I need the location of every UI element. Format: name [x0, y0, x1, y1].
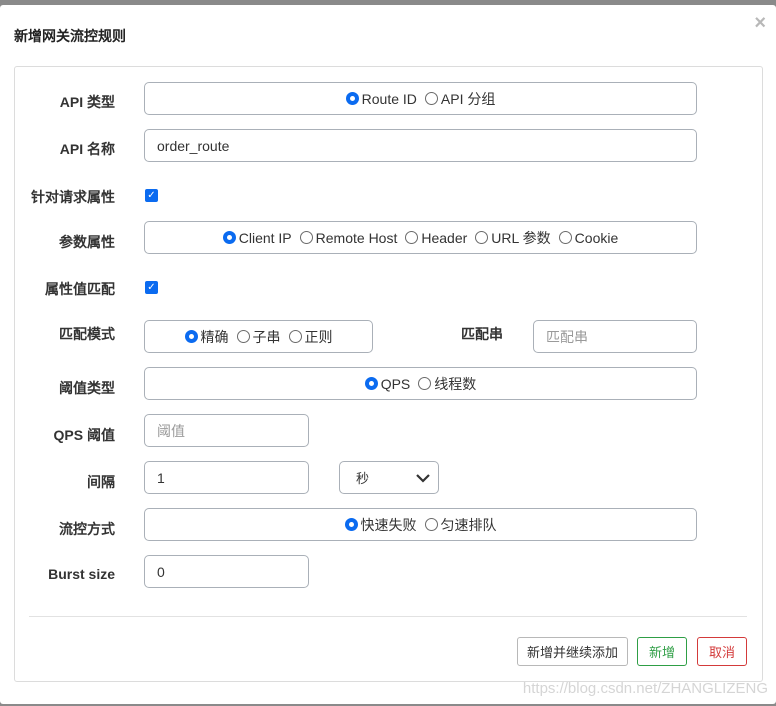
chevron-down-icon — [416, 474, 430, 483]
interval-label: 间隔 — [87, 474, 115, 490]
add-button[interactable]: 新增 — [637, 637, 687, 666]
radio-regex[interactable]: 正则 — [288, 327, 333, 347]
qps-label: QPS 阈值 — [53, 427, 115, 443]
radio-client-ip[interactable]: Client IP — [222, 230, 292, 246]
radio-cookie[interactable]: Cookie — [558, 230, 618, 246]
match-flag-label: 属性值匹配 — [45, 281, 115, 297]
match-string-input[interactable]: 匹配串 — [533, 320, 697, 353]
radio-url-param[interactable]: URL 参数 — [475, 228, 551, 248]
form-panel: API 类型 Route ID API 分组 API 名称 order_rout… — [14, 66, 763, 682]
radio-dot — [184, 330, 198, 343]
match-string-label: 匹配串 — [461, 326, 503, 342]
radio-dot — [222, 231, 236, 244]
burst-input[interactable]: 0 — [144, 555, 309, 588]
match-mode-group: 精确 子串 正则 — [144, 320, 373, 353]
radio-api-group[interactable]: API 分组 — [424, 89, 495, 109]
api-type-label: API 类型 — [59, 94, 115, 110]
radio-dot — [475, 231, 489, 244]
radio-dot — [345, 92, 359, 105]
add-continue-button[interactable]: 新增并继续添加 — [517, 637, 628, 666]
divider — [29, 616, 747, 617]
radio-dot — [344, 518, 358, 531]
param-attr-label: 参数属性 — [59, 234, 115, 250]
radio-fast-fail[interactable]: 快速失败 — [344, 515, 417, 535]
radio-dot — [236, 330, 250, 343]
param-flag-checkbox[interactable]: ✓ — [145, 189, 158, 202]
watermark: https://blog.csdn.net/ZHANGLIZENG — [522, 680, 768, 697]
match-flag-checkbox[interactable]: ✓ — [145, 281, 158, 294]
radio-remote-host[interactable]: Remote Host — [299, 230, 397, 246]
close-icon[interactable]: × — [754, 13, 766, 33]
radio-dot — [299, 231, 313, 244]
interval-input[interactable]: 1 — [144, 461, 309, 494]
control-label: 流控方式 — [59, 521, 115, 537]
api-name-label: API 名称 — [59, 141, 115, 157]
radio-dot — [288, 330, 302, 343]
dialog: 新增网关流控规则 × API 类型 Route ID API 分组 API 名称… — [0, 5, 776, 704]
radio-dot — [424, 92, 438, 105]
radio-uniform-queue[interactable]: 匀速排队 — [424, 515, 497, 535]
threshold-type-group: QPS 线程数 — [144, 367, 697, 400]
dialog-title: 新增网关流控规则 — [14, 28, 126, 44]
api-name-input[interactable]: order_route — [144, 129, 697, 162]
burst-label: Burst size — [48, 566, 115, 582]
radio-dot — [405, 231, 419, 244]
radio-qps[interactable]: QPS — [364, 376, 410, 392]
qps-input[interactable]: 阈值 — [144, 414, 309, 447]
threshold-type-label: 阈值类型 — [59, 380, 115, 396]
radio-route-id[interactable]: Route ID — [345, 91, 417, 107]
radio-dot — [418, 377, 432, 390]
interval-unit-select[interactable]: 秒 — [339, 461, 439, 494]
param-flag-label: 针对请求属性 — [31, 189, 115, 205]
control-group: 快速失败 匀速排队 — [144, 508, 697, 541]
radio-dot — [558, 231, 572, 244]
radio-dot — [364, 377, 378, 390]
radio-substring[interactable]: 子串 — [236, 327, 281, 347]
radio-dot — [424, 518, 438, 531]
match-mode-label: 匹配模式 — [59, 326, 115, 342]
radio-exact[interactable]: 精确 — [184, 327, 229, 347]
api-type-group: Route ID API 分组 — [144, 82, 697, 115]
interval-unit-value: 秒 — [356, 471, 370, 486]
radio-header[interactable]: Header — [405, 230, 467, 246]
param-attr-group: Client IP Remote Host Header URL 参数 Cook… — [144, 221, 697, 254]
radio-thread-count[interactable]: 线程数 — [418, 374, 476, 394]
cancel-button[interactable]: 取消 — [697, 637, 747, 666]
